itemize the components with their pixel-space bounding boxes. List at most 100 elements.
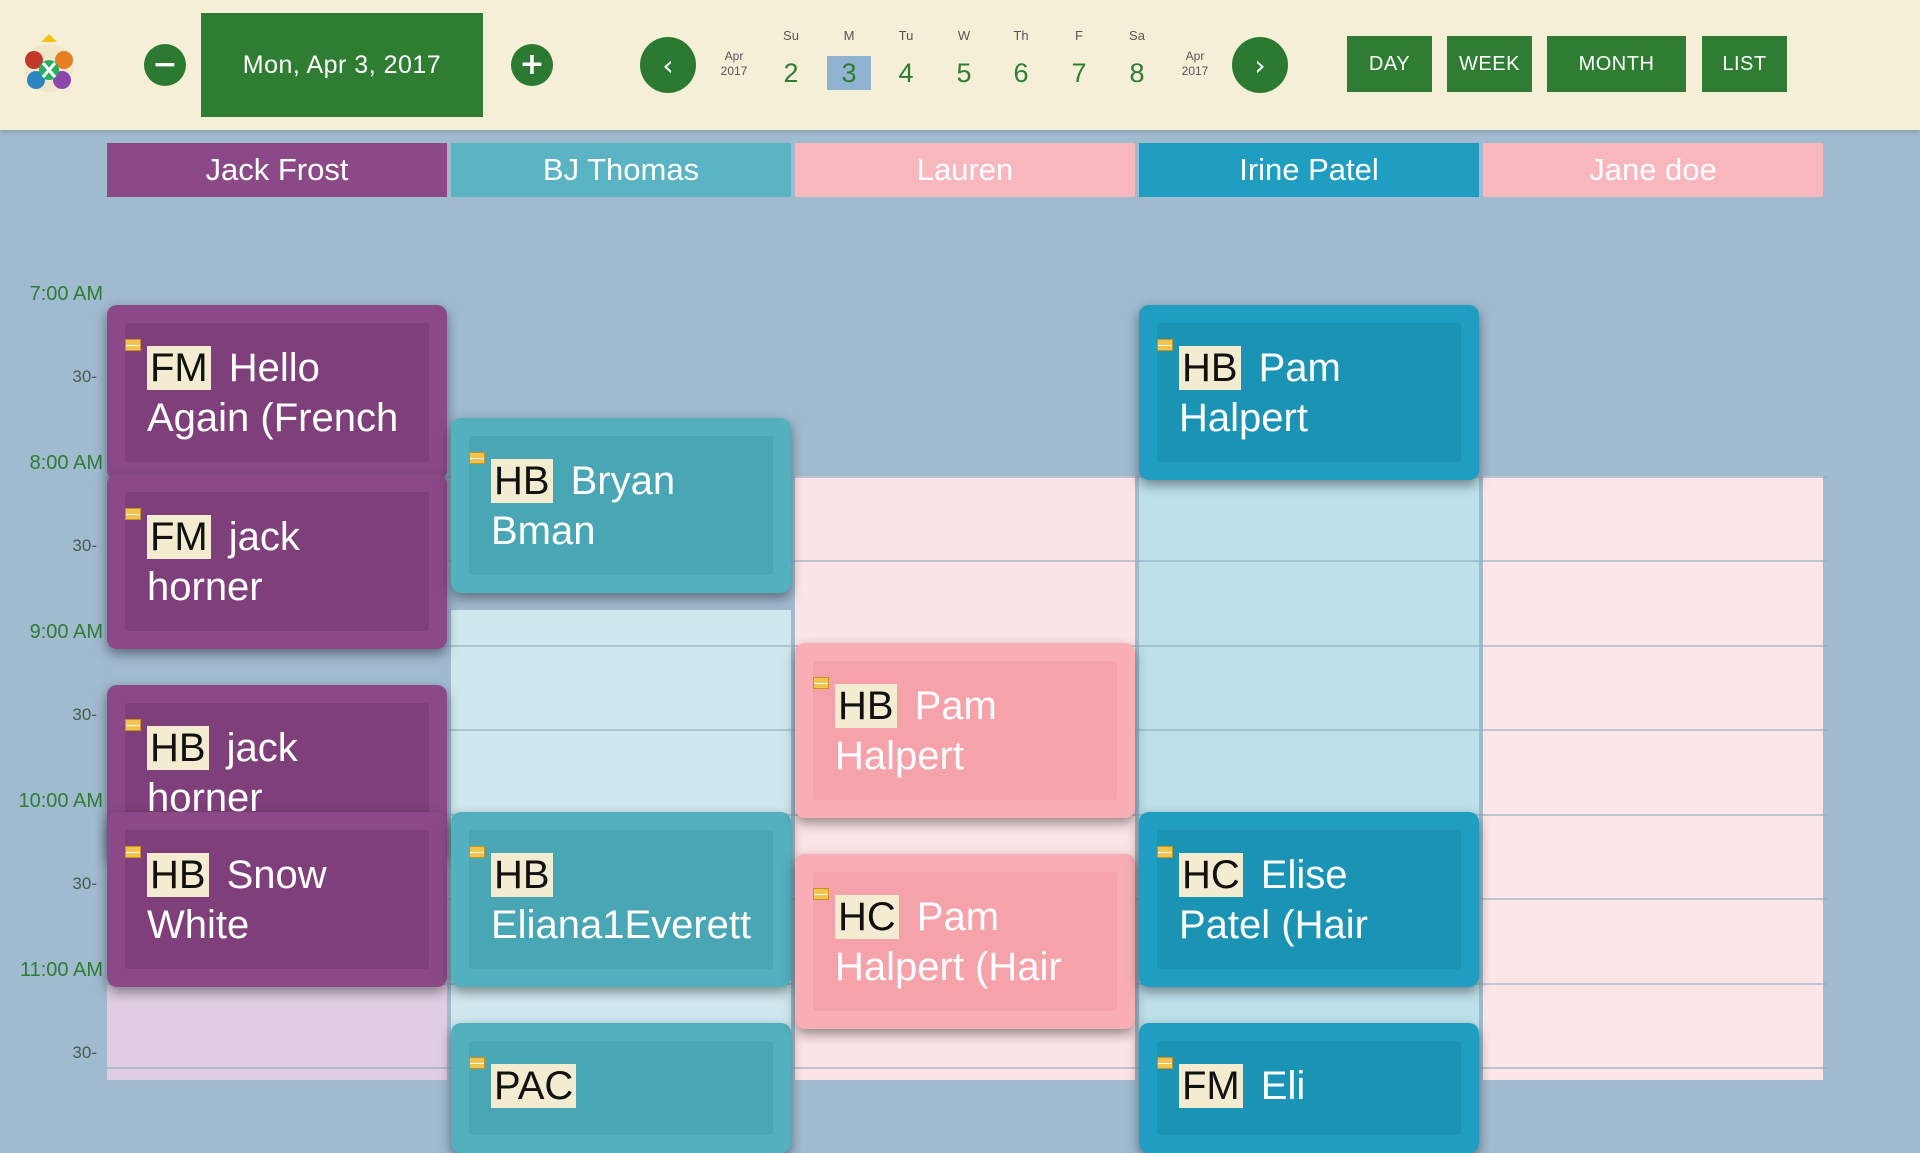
appointment-card[interactable]: FM Eli [1139,1023,1479,1153]
week-day-abbr: M [843,28,855,43]
half-hour-label: 30- [72,536,97,555]
appointment-card[interactable]: HC Elise Patel (Hair [1139,812,1479,987]
client-name-line-2: White [147,903,250,947]
appointment-text: HB Eliana1Everett [469,830,773,950]
slot-line [107,1067,1827,1069]
view-list-button[interactable]: LIST [1702,36,1787,92]
current-date-button[interactable]: Mon, Apr 3, 2017 [201,13,483,117]
staff-header[interactable]: Lauren [795,143,1135,197]
week-day-number: 4 [898,58,914,88]
appointment-card[interactable]: HB Bryan Bman [451,418,791,593]
client-name-line-1: Pam [914,684,997,728]
hour-label: 11:00 AM [19,959,103,981]
client-name-line-1: Snow [226,853,327,897]
service-code-badge: PAC [491,1064,577,1108]
column-background-4[interactable] [1139,476,1479,1080]
client-name-line-2: Bman [491,509,596,553]
client-name-line-1: Pam [916,895,1000,939]
appointment-text: HB Snow White [125,830,429,950]
staff-header[interactable]: Jack Frost [107,143,447,197]
week-day-abbr: Su [783,28,799,43]
week-day-su[interactable]: Su 2 [769,28,813,90]
chevron-right-icon: › [1254,48,1266,82]
mini-month-name: Apr [1185,49,1205,63]
appointment-card[interactable]: HB Pam Halpert [795,643,1135,818]
client-name-line-2: horner [147,565,263,609]
mini-month-right: Apr 2017 [1170,49,1220,79]
week-day-number: 2 [783,58,799,88]
appointment-card[interactable]: HC Pam Halpert (Hair [795,854,1135,1029]
calendar-app: − Mon, Apr 3, 2017 + ‹ Apr 2017 Su 2 M 3 Tu 4… [0,0,1920,1153]
client-name-line-1: Elise [1260,853,1348,897]
service-code-badge: HB [491,459,553,503]
hour-label: 10:00 AM [18,790,103,812]
week-day-m[interactable]: M3 [827,28,871,90]
toolbar: − Mon, Apr 3, 2017 + ‹ Apr 2017 Su 2 M 3 Tu 4… [0,0,1920,130]
service-code-badge: FM [147,515,211,559]
appointment-text: HC Pam Halpert (Hair [813,872,1117,992]
next-day-button[interactable]: + [511,44,553,86]
appointment-text: HB Pam Halpert [813,661,1117,781]
view-day-button[interactable]: DAY [1347,36,1432,92]
view-week-button[interactable]: WEEK [1447,36,1532,92]
appointment-text: FM Eli [1157,1041,1461,1111]
mini-month-year: 2017 [720,64,748,78]
staff-header[interactable]: Irine Patel [1139,143,1479,197]
chevron-left-icon: ‹ [662,48,674,82]
mini-month-year: 2017 [1181,64,1209,78]
week-day-abbr: Sa [1129,28,1145,43]
appointment-card[interactable]: HB Eliana1Everett [451,812,791,987]
half-hour-label: 30- [72,705,97,724]
week-day-abbr: W [957,28,971,43]
half-hour-label: 30- [72,367,97,386]
mini-month-left: Apr 2017 [709,49,759,79]
service-code-badge: HB [147,726,209,770]
appointment-card[interactable]: FM Hello Again (French [107,305,447,480]
week-day-abbr: Th [1013,28,1029,43]
appointment-card[interactable]: HB Pam Halpert [1139,305,1479,480]
client-name-line-2: Halpert [835,734,964,778]
appointment-text: FM jack horner [125,492,429,612]
week-day-number: 3 [827,56,871,90]
week-day-abbr: Tu [898,28,914,43]
appointment-card[interactable]: PAC [451,1023,791,1153]
week-day-abbr: F [1075,28,1083,43]
previous-week-button[interactable]: ‹ [640,37,696,93]
week-day-number: 7 [1071,58,1087,88]
service-code-badge: HB [1179,346,1241,390]
column-background-5[interactable] [1483,476,1823,1080]
appointment-card[interactable]: HB Snow White [107,812,447,987]
week-day-f[interactable]: F7 [1057,28,1101,90]
service-code-badge: HC [835,895,899,939]
salon-logo-icon[interactable] [14,30,84,100]
service-code-badge: HC [1179,853,1243,897]
client-name-line-1: jack [226,726,298,770]
client-name-line-1: Pam [1258,346,1341,390]
next-week-button[interactable]: › [1232,37,1288,93]
staff-header[interactable]: BJ Thomas [451,143,791,197]
appointment-text: HB Pam Halpert [1157,323,1461,443]
schedule-grid: Jack Frost BJ Thomas Lauren Irine Patel Jane… [0,130,1920,1153]
service-code-badge: HB [491,853,553,897]
service-code-badge: HB [147,853,209,897]
client-name-line-2: Patel (Hair [1179,903,1368,947]
week-day-sa[interactable]: Sa 8 [1115,28,1159,90]
staff-header[interactable]: Jane doe [1483,143,1823,197]
week-day-th[interactable]: Th 6 [999,28,1043,90]
appointment-text: PAC [469,1041,773,1111]
previous-day-button[interactable]: − [144,44,186,86]
appointment-text: HB jack horner [125,703,429,823]
appointment-card[interactable]: FM jack horner [107,474,447,649]
hour-label: 8:00 AM [29,452,103,474]
client-name-line-1: jack [228,515,300,559]
service-code-badge: FM [147,346,211,390]
hour-label: 7:00 AM [29,283,103,305]
plus-icon: + [519,47,545,82]
service-code-badge: HB [835,684,897,728]
week-day-tu[interactable]: Tu 4 [884,28,928,90]
client-name-line-2: Eliana1Everett [491,903,752,947]
week-day-w[interactable]: W5 [942,28,986,90]
mini-month-name: Apr [724,49,744,63]
client-name-line-1: Bryan [570,459,676,503]
view-month-button[interactable]: MONTH [1547,36,1686,92]
